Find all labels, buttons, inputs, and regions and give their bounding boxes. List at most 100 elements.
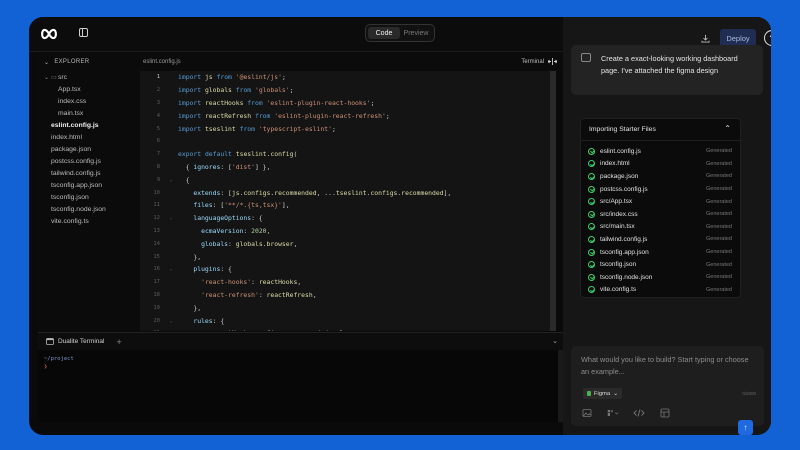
file-item[interactable]: eslint.config.js	[38, 119, 140, 131]
file-item[interactable]: tsconfig.node.json	[38, 203, 140, 215]
starter-file-name: src/main.tsx	[600, 223, 635, 231]
editor-scroll-thumb[interactable]	[550, 71, 556, 331]
code-text: rules: {	[193, 316, 225, 325]
infinity-logo-icon[interactable]	[40, 27, 58, 41]
code-line[interactable]: 12 ⌄ languageOptions: {	[140, 212, 550, 225]
fold-chevron-icon[interactable]: ⌄	[164, 215, 178, 221]
code-line[interactable]: 10 extends: [js.configs.recommended, ...…	[140, 186, 550, 199]
add-terminal-button[interactable]: +	[116, 337, 121, 347]
check-circle-icon	[588, 223, 595, 231]
line-number: 1	[156, 74, 160, 81]
code-line[interactable]: 11 files: ['**/*.{ts,tsx}'],	[140, 199, 550, 212]
code-line[interactable]: 19 },	[140, 301, 550, 314]
download-icon[interactable]	[701, 34, 710, 43]
starter-file-name: tsconfig.node.json	[600, 273, 653, 281]
terminal-toggle[interactable]: Terminal	[521, 58, 557, 65]
code-line[interactable]: 3 import reactHooks from 'eslint-plugin-r…	[140, 97, 550, 110]
starter-file-status: Generated	[706, 198, 732, 205]
code-line[interactable]: 18 'react-refresh': reactRefresh,	[140, 289, 550, 302]
file-item[interactable]: index.html	[38, 131, 140, 143]
explorer-header[interactable]: ⌄ EXPLORER	[38, 53, 140, 71]
preview-tab[interactable]: Preview	[400, 27, 432, 39]
terminal-toggle-label: Terminal	[521, 58, 544, 65]
folder-icon: ▭	[51, 74, 57, 81]
code-tab[interactable]: Code	[368, 27, 400, 39]
starter-file-status: Generated	[706, 223, 732, 230]
code-line[interactable]: 20 ⌄ rules: {	[140, 314, 550, 327]
editor-scrollbar[interactable]	[550, 71, 556, 331]
starter-file-name: package.json	[600, 172, 639, 180]
code-line[interactable]: 16 ⌄ plugins: {	[140, 263, 550, 276]
starter-file-row: tsconfig.node.json Generated	[581, 271, 740, 284]
code-editor[interactable]: 1 import js from '@eslint/js'; 2 import glo…	[140, 71, 550, 331]
file-item[interactable]: postcss.config.js	[38, 155, 140, 167]
tree-item-label: index.html	[51, 133, 82, 141]
code-line[interactable]: 9 ⌄ {	[140, 173, 550, 186]
code-line[interactable]: 17 'react-hooks': reactHooks,	[140, 276, 550, 289]
code-line[interactable]: 1 import js from '@eslint/js';	[140, 71, 550, 84]
tree-item-label: eslint.config.js	[51, 121, 99, 129]
code-line[interactable]: 13 ecmaVersion: 2020,	[140, 225, 550, 238]
top-bar: Code Preview	[29, 17, 563, 52]
tree-item-label: tsconfig.json	[51, 193, 89, 201]
starter-file-row: package.json Generated	[581, 170, 740, 183]
fold-chevron-icon[interactable]: ⌄	[164, 177, 178, 183]
tree-item-label: main.tsx	[58, 109, 84, 117]
code-text: },	[178, 252, 202, 261]
code-icon[interactable]	[633, 408, 645, 418]
file-item[interactable]: tsconfig.app.json	[38, 179, 140, 191]
figma-import-icon[interactable]	[607, 408, 619, 418]
code-line[interactable]: 21 ...reactHooks.configs.recommended.rul…	[140, 327, 550, 331]
starter-file-status: Generated	[706, 211, 732, 218]
chevron-down-icon[interactable]: ⌄	[552, 337, 558, 345]
line-number: 2	[156, 87, 160, 94]
code-line[interactable]: 4 import reactRefresh from 'eslint-plugin…	[140, 109, 550, 122]
starter-file-name: src/index.css	[600, 210, 638, 218]
code-text: },	[178, 303, 202, 312]
file-item[interactable]: index.css	[38, 95, 140, 107]
code-line[interactable]: 7 export default tseslint.config(	[140, 148, 550, 161]
starter-file-row: src/App.tsx Generated	[581, 195, 740, 208]
help-icon[interactable]: ?	[764, 30, 771, 46]
starter-file-row: tailwind.config.js Generated	[581, 233, 740, 246]
folder-item[interactable]: ⌄ ▭ src	[38, 71, 140, 83]
code-line[interactable]: 8 { ignores: ['dist'] },	[140, 161, 550, 174]
code-line[interactable]: 5 import tseslint from 'typescript-eslint…	[140, 122, 550, 135]
chevron-down-icon: ⌄	[44, 74, 50, 81]
code-line[interactable]: 2 import globals from 'globals';	[140, 84, 550, 97]
prompt-input-box[interactable]: What would you like to build? Start typi…	[571, 346, 764, 435]
code-line[interactable]: 15 },	[140, 250, 550, 263]
image-icon[interactable]	[581, 408, 593, 418]
starter-file-name: eslint.config.js	[600, 147, 641, 155]
tree-item-label: postcss.config.js	[51, 157, 101, 165]
figma-chip[interactable]: Figma ⌄	[583, 388, 622, 399]
line-number: 12	[153, 215, 160, 222]
file-item[interactable]: tsconfig.json	[38, 191, 140, 203]
code-line[interactable]: 6	[140, 135, 550, 148]
file-item[interactable]: package.json	[38, 143, 140, 155]
figma-icon	[587, 391, 591, 396]
fold-chevron-icon[interactable]: ⌄	[164, 318, 178, 324]
file-item[interactable]: tailwind.config.js	[38, 167, 140, 179]
send-arrow-icon[interactable]: ↑	[738, 420, 753, 435]
sidebar-toggle-icon[interactable]	[79, 28, 88, 37]
code-text: 'react-refresh': reactRefresh,	[201, 290, 317, 299]
file-item[interactable]: vite.config.ts	[38, 215, 140, 227]
line-number: 9	[156, 176, 160, 183]
editor-tab[interactable]: eslint.config.js	[143, 59, 181, 65]
starter-files-header[interactable]: Importing Starter Files ⌃	[581, 119, 740, 141]
terminal-tab[interactable]: Dualite Terminal	[46, 338, 104, 345]
code-text: import js from '@eslint/js';	[178, 73, 286, 82]
code-line[interactable]: 14 globals: globals.browser,	[140, 237, 550, 250]
file-item[interactable]: main.tsx	[38, 107, 140, 119]
fold-chevron-icon[interactable]: ⌄	[164, 266, 178, 272]
file-explorer: ⌄ EXPLORER ⌄ ▭ src App.tsx index.css main.tsx…	[38, 53, 140, 331]
template-icon[interactable]	[659, 408, 671, 418]
app-window: Code Preview ⌄ EXPLORER ⌄ ▭ src App.tsx inde…	[29, 17, 771, 435]
chevron-up-icon[interactable]: ⌃	[724, 124, 731, 133]
figma-chip-label: Figma	[594, 390, 611, 397]
terminal-output[interactable]: ~/project ❯	[38, 350, 558, 422]
file-item[interactable]: App.tsx	[38, 83, 140, 95]
starter-file-status: Generated	[706, 173, 732, 180]
prompt-input[interactable]: What would you like to build? Start typi…	[581, 354, 751, 378]
